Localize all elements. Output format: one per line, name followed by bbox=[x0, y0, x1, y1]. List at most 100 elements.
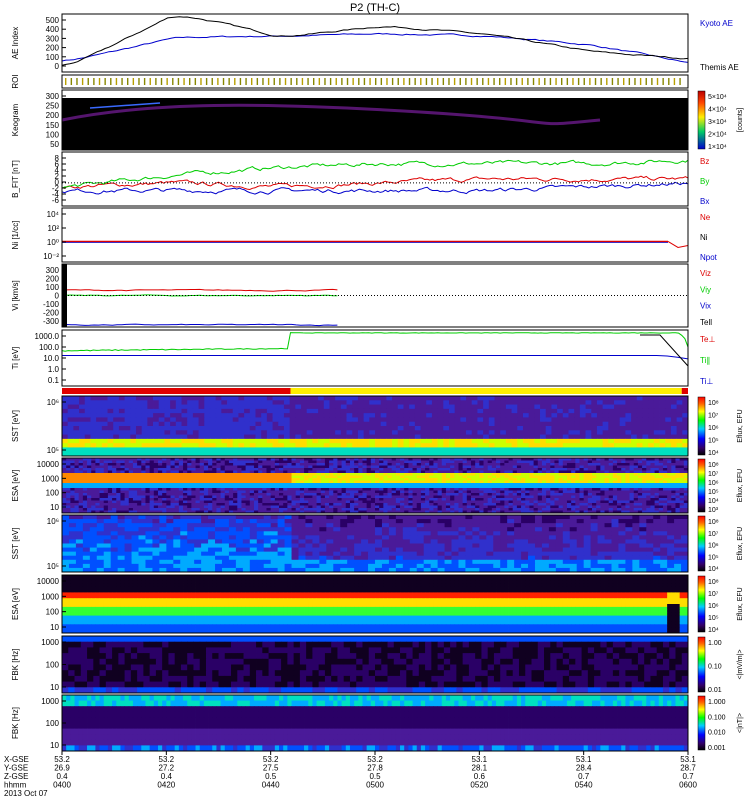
spectrogram-cell bbox=[124, 443, 131, 448]
spectrogram-cell bbox=[454, 468, 459, 471]
spectrogram-cell bbox=[221, 396, 228, 401]
roi-marker bbox=[110, 78, 112, 85]
spectrogram-cell bbox=[157, 495, 163, 499]
spectrogram-cell bbox=[112, 498, 117, 501]
spectrogram-cell bbox=[299, 478, 305, 481]
spectrogram-cell bbox=[312, 426, 319, 431]
spectrogram-cell bbox=[642, 508, 647, 511]
spectrogram-cell bbox=[671, 463, 676, 466]
spectrogram-cell bbox=[329, 495, 334, 499]
spectrogram-cell bbox=[636, 438, 643, 444]
spectrogram-cell bbox=[107, 434, 114, 440]
spectrogram-cell bbox=[354, 500, 359, 504]
spectrogram-cell bbox=[667, 498, 672, 501]
spectrogram-cell bbox=[103, 495, 109, 499]
spectrogram-cell bbox=[441, 473, 447, 476]
spectrogram-cell bbox=[619, 421, 626, 427]
spectrogram-cell bbox=[253, 460, 259, 464]
spectrogram-cell bbox=[295, 463, 301, 466]
spectrogram-cell bbox=[164, 408, 171, 414]
spectrogram-cell bbox=[237, 473, 242, 476]
spectrogram-cell bbox=[460, 417, 467, 423]
spectrogram-cell bbox=[158, 413, 165, 418]
spectrogram-cell bbox=[391, 508, 397, 511]
spectrogram-cell bbox=[460, 443, 467, 448]
spectrogram-cell bbox=[320, 488, 326, 491]
spectrogram-cell bbox=[391, 463, 397, 466]
spectrogram-cell bbox=[454, 447, 461, 453]
spectrogram-cell bbox=[147, 408, 154, 414]
spectrogram-cell bbox=[408, 495, 413, 499]
spectrogram-cell bbox=[414, 421, 421, 427]
spectrogram-cell bbox=[412, 473, 418, 476]
spectrogram-cell bbox=[135, 443, 143, 448]
spectrogram-cell bbox=[255, 438, 262, 444]
spectrogram-cell bbox=[312, 503, 317, 506]
spectrogram-cell bbox=[646, 488, 651, 491]
spectrogram-cell bbox=[220, 470, 226, 474]
spectrogram-cell bbox=[112, 473, 117, 476]
spectrogram-cell bbox=[245, 503, 251, 506]
spectrogram-cell bbox=[337, 485, 343, 489]
spectrogram-cell bbox=[426, 434, 433, 440]
spectrogram-cell bbox=[566, 478, 572, 481]
spectrogram-cell bbox=[195, 470, 201, 474]
spectrogram-cell bbox=[299, 460, 305, 464]
spectrogram-cell bbox=[496, 460, 501, 464]
spectrogram-cell bbox=[637, 485, 643, 489]
spectrogram-cell bbox=[91, 460, 96, 464]
spectrogram-cell bbox=[274, 478, 280, 481]
spectrogram-cell bbox=[82, 495, 88, 499]
spectrogram-cell bbox=[283, 400, 291, 405]
spectrogram-cell bbox=[224, 490, 230, 494]
spectrogram-cell bbox=[583, 493, 589, 496]
spectrogram-cell bbox=[477, 438, 484, 444]
spectrogram-cell bbox=[291, 503, 297, 506]
temp-tick-label: 1.0 bbox=[48, 365, 60, 374]
spectrogram-cell bbox=[112, 468, 117, 471]
spectrogram-cell bbox=[522, 426, 530, 431]
spectrogram-cell bbox=[324, 508, 330, 511]
spectrogram-cell bbox=[511, 417, 518, 423]
spectrogram-cell bbox=[682, 413, 689, 418]
spectrogram-cell bbox=[153, 503, 159, 506]
spectrogram-cell bbox=[333, 483, 338, 486]
spectrogram-cell bbox=[337, 495, 343, 499]
spectrogram-cell bbox=[124, 505, 130, 509]
spectrogram-cell bbox=[87, 480, 92, 484]
spectrogram-cell bbox=[287, 480, 292, 484]
spectrogram-cell bbox=[574, 408, 581, 414]
spectrogram-cell bbox=[82, 493, 88, 496]
spectrogram-cell bbox=[178, 485, 184, 489]
spectrogram-cell bbox=[238, 438, 245, 444]
spectrogram-cell bbox=[227, 417, 234, 423]
spectrogram-cell bbox=[671, 488, 676, 491]
spectrogram-cell bbox=[183, 470, 188, 474]
spectrogram-cell bbox=[145, 498, 151, 501]
spectrogram-cell bbox=[238, 447, 245, 453]
spectrogram-cell bbox=[369, 413, 376, 418]
spectrogram-cell bbox=[128, 475, 134, 479]
spectrogram-cell bbox=[366, 465, 372, 469]
roi-marker bbox=[628, 78, 631, 85]
spectrogram-cell bbox=[362, 460, 368, 464]
spectrogram-cell bbox=[479, 465, 484, 469]
spectrogram-cell bbox=[454, 470, 459, 474]
spectrogram-cell bbox=[404, 500, 409, 504]
spectrogram-cell bbox=[454, 498, 459, 501]
spectrogram-cell bbox=[458, 465, 464, 469]
spectrogram-cell bbox=[157, 480, 163, 484]
spectrogram-cell bbox=[612, 495, 618, 499]
spectrogram-cell bbox=[409, 438, 416, 444]
spectrogram-cell bbox=[208, 488, 213, 491]
spectrogram-cell bbox=[324, 480, 330, 484]
spectrogram-cell bbox=[441, 483, 447, 486]
spectrogram-cell bbox=[333, 470, 338, 474]
spectrogram-cell bbox=[357, 404, 365, 410]
spectrogram-cell bbox=[191, 495, 196, 499]
spectrogram-cell bbox=[621, 463, 626, 466]
spectrogram-cell bbox=[295, 473, 301, 476]
spectrogram-cell bbox=[408, 480, 413, 484]
spectrogram-cell bbox=[625, 505, 630, 509]
spectrogram-cell bbox=[62, 408, 69, 414]
